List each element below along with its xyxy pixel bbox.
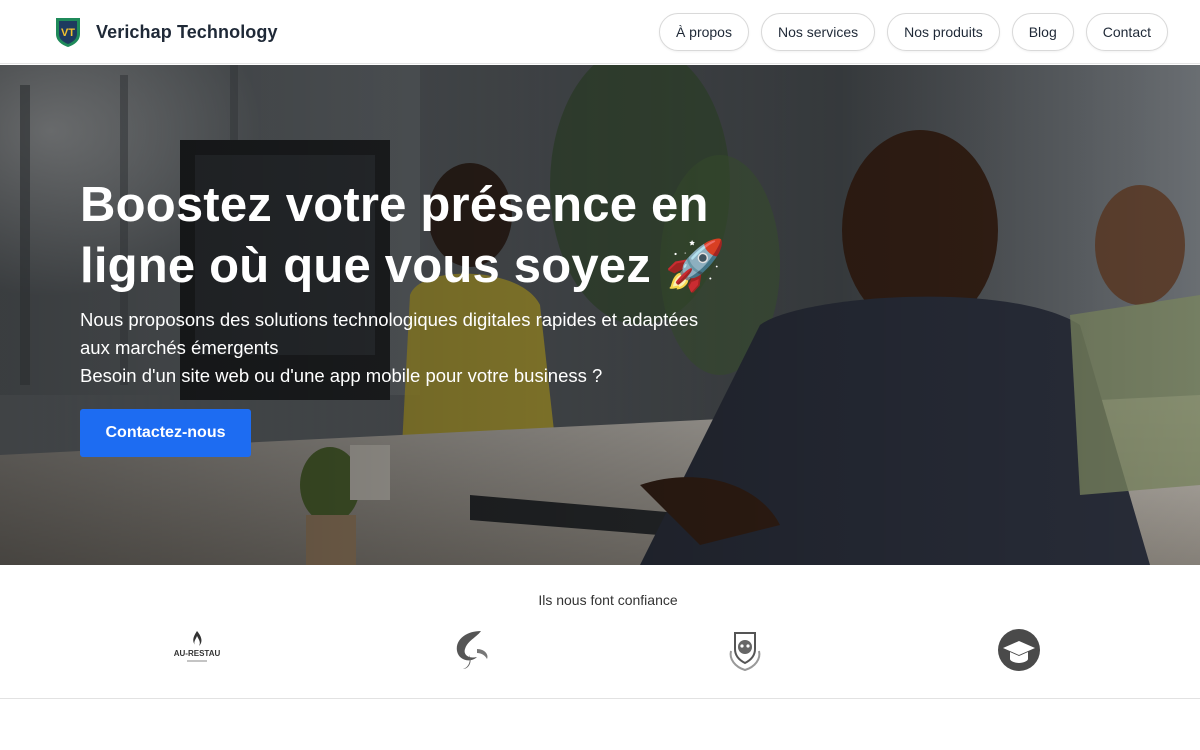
- au-restau-text: AU-RESTAU: [174, 649, 221, 658]
- nav-about[interactable]: À propos: [658, 13, 749, 51]
- trusted-by-section: Ils nous font confiance AU-RESTAU: [0, 565, 1200, 699]
- main-nav: À propos Nos services Nos produits Blog …: [658, 13, 1168, 51]
- client-logo-crest: [721, 627, 769, 673]
- contact-us-button[interactable]: Contactez-nous: [80, 409, 251, 457]
- client-logo-graduation: [995, 627, 1043, 673]
- nav-services[interactable]: Nos services: [760, 13, 876, 51]
- hero-subtitle-2: Besoin d'un site web ou d'une app mobile…: [80, 365, 603, 386]
- hero-title-line-1: Boostez votre présence en: [80, 178, 709, 232]
- brand-name: Verichap Technology: [96, 21, 278, 42]
- hero-subtitle-1: Nous proposons des solutions technologiq…: [80, 309, 699, 358]
- verichap-logo-icon: VT: [56, 18, 80, 47]
- hero-title: Boostez votre présence en ligne où que v…: [80, 175, 780, 297]
- site-header: VT Verichap Technology À propos Nos serv…: [0, 0, 1200, 64]
- client-logo-swirl: [447, 627, 495, 673]
- hero-section: Boostez votre présence en ligne où que v…: [0, 65, 1200, 565]
- nav-blog[interactable]: Blog: [1011, 13, 1074, 51]
- client-logo-au-restau: AU-RESTAU: [173, 627, 221, 673]
- trusted-by-title: Ils nous font confiance: [538, 592, 678, 608]
- nav-products[interactable]: Nos produits: [887, 13, 1000, 51]
- brand[interactable]: VT Verichap Technology: [54, 16, 278, 48]
- au-restau-logo-icon: AU-RESTAU: [174, 631, 221, 662]
- hero-subtitle: Nous proposons des solutions technologiq…: [80, 306, 720, 390]
- nav-contact[interactable]: Contact: [1085, 13, 1168, 51]
- logo-letters: VT: [61, 27, 75, 39]
- crest-logo-icon: [729, 632, 761, 672]
- swirl-logo-icon: [456, 631, 488, 669]
- hero-title-line-2: ligne où que vous soyez 🚀: [80, 239, 726, 293]
- graduation-cap-logo-icon: [998, 629, 1040, 671]
